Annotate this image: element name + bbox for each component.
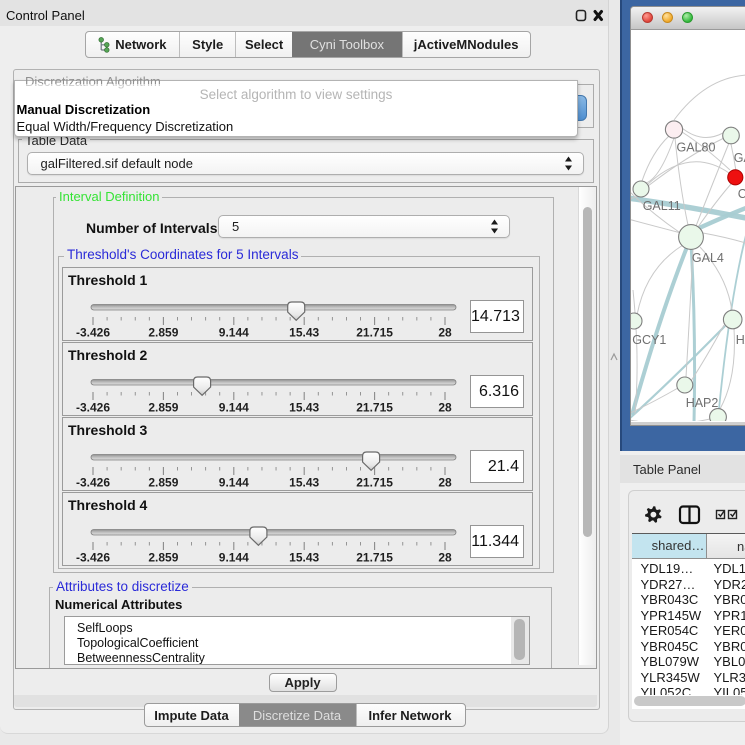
svg-text:15.43: 15.43 [289, 326, 319, 340]
svg-text:21.715: 21.715 [356, 326, 393, 340]
svg-text:-3.426: -3.426 [76, 476, 110, 490]
svg-text:GAL4: GAL4 [692, 251, 724, 265]
svg-text:21.715: 21.715 [356, 476, 393, 490]
svg-text:15.43: 15.43 [289, 476, 319, 490]
svg-text:C: C [738, 187, 745, 201]
svg-text:GCY1: GCY1 [632, 333, 666, 347]
svg-text:2.859: 2.859 [148, 326, 178, 340]
svg-text:9.144: 9.144 [219, 326, 249, 340]
svg-text:9.144: 9.144 [219, 551, 249, 565]
svg-text:28: 28 [438, 401, 452, 415]
svg-text:HAP2: HAP2 [686, 396, 719, 410]
svg-text:2.859: 2.859 [148, 551, 178, 565]
svg-text:9.144: 9.144 [219, 401, 249, 415]
svg-text:-3.426: -3.426 [76, 401, 110, 415]
svg-text:-3.426: -3.426 [76, 326, 110, 340]
svg-text:2.859: 2.859 [148, 476, 178, 490]
svg-text:9.144: 9.144 [219, 476, 249, 490]
svg-text:GAL11: GAL11 [643, 199, 681, 213]
svg-text:28: 28 [438, 476, 452, 490]
svg-text:28: 28 [438, 551, 452, 565]
svg-text:15.43: 15.43 [289, 401, 319, 415]
svg-text:GA: GA [734, 151, 745, 165]
svg-text:21.715: 21.715 [356, 551, 393, 565]
svg-text:HA: HA [736, 333, 745, 347]
svg-text:15.43: 15.43 [289, 551, 319, 565]
svg-text:2.859: 2.859 [148, 401, 178, 415]
svg-text:GAL80: GAL80 [677, 141, 716, 155]
svg-text:21.715: 21.715 [356, 401, 393, 415]
svg-text:28: 28 [438, 326, 452, 340]
svg-text:-3.426: -3.426 [76, 551, 110, 565]
